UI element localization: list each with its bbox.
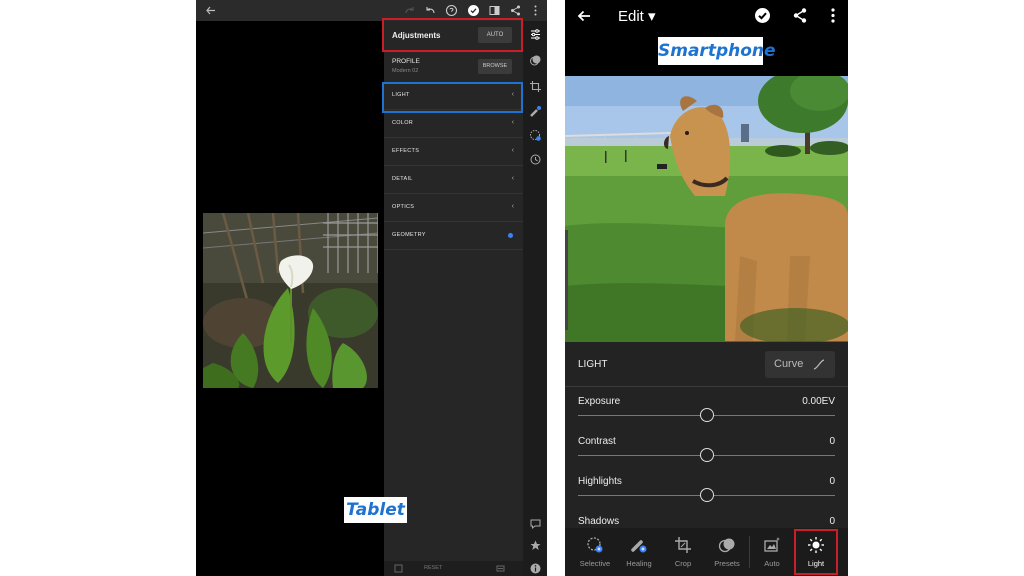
tool-healing[interactable]: Healing [617, 528, 661, 576]
slider-label: Exposure [578, 396, 621, 407]
chevron-left-icon: ‹ [511, 175, 514, 182]
section-label: DETAIL [392, 176, 413, 182]
dog-photo[interactable] [565, 76, 848, 342]
slider-value: 0.00EV [802, 396, 835, 407]
light-panel: LIGHT Curve Exposure 0.00EV Contrast 0 Highl… [565, 342, 848, 528]
tool-selective[interactable]: Selective [573, 528, 617, 576]
section-detail[interactable]: DETAIL ‹ [384, 166, 523, 194]
tool-label: Presets [714, 559, 740, 568]
contrast-slider[interactable]: Contrast 0 [565, 436, 848, 476]
tablet-screen: Adjustments AUTO PROFILE Modern 02 BROWS… [196, 0, 547, 576]
presets-icon [718, 536, 736, 554]
adjustments-highlight [382, 18, 523, 52]
tablet-bottom-right-icon[interactable] [496, 564, 505, 573]
tool-crop[interactable]: Crop [661, 528, 705, 576]
tablet-bottom-left-icon[interactable] [394, 564, 403, 573]
redo-icon[interactable] [403, 4, 416, 17]
browse-button[interactable]: BROWSE [478, 59, 512, 74]
tablet-label: Tablet [344, 497, 407, 523]
slider-value: 0 [829, 476, 835, 487]
more-icon[interactable] [529, 4, 542, 17]
slider-knob[interactable] [699, 448, 714, 462]
back-arrow-icon[interactable] [576, 8, 592, 24]
highlights-slider[interactable]: Highlights 0 [565, 476, 848, 516]
tool-presets[interactable]: Presets [705, 528, 749, 576]
auto-icon [763, 536, 781, 554]
curve-icon [813, 359, 825, 370]
tool-label: Auto [764, 559, 780, 568]
share-icon[interactable] [509, 4, 522, 17]
adjustments-icon[interactable] [529, 28, 542, 41]
slider-value: 0 [829, 436, 835, 447]
light-tool-highlight [794, 529, 838, 575]
reset-button[interactable]: RESET [424, 565, 442, 571]
tool-label: Healing [626, 559, 652, 568]
tablet-bottom-bar: RESET [384, 561, 523, 576]
section-optics[interactable]: OPTICS ‹ [384, 194, 523, 222]
section-label: GEOMETRY [392, 232, 426, 238]
slider-value: 0 [829, 516, 835, 527]
edit-mode-dropdown[interactable]: Edit ▾ [618, 7, 656, 25]
slider-label: Shadows [578, 516, 620, 527]
phone-edge-handle [565, 230, 568, 330]
selective-icon[interactable] [529, 129, 542, 142]
section-label: OPTICS [392, 204, 415, 210]
toolbar-divider [749, 536, 750, 568]
tool-rail [523, 21, 547, 576]
phone-toolbar: Selective Healing Crop Presets Auto Light [565, 528, 848, 576]
slider-knob[interactable] [699, 408, 714, 422]
comment-icon[interactable] [529, 517, 542, 530]
tool-auto[interactable]: Auto [750, 528, 794, 576]
crop-icon [674, 536, 692, 554]
share-icon[interactable] [792, 7, 808, 24]
back-arrow-icon[interactable] [204, 4, 217, 17]
smartphone-label: Smartphone [658, 37, 776, 65]
done-check-icon[interactable] [467, 4, 480, 17]
healing-icon[interactable] [529, 105, 542, 118]
chevron-left-icon: ‹ [511, 147, 514, 154]
calla-lily-photo[interactable] [203, 213, 378, 388]
tool-label: Crop [674, 559, 692, 568]
chevron-left-icon: ‹ [511, 119, 514, 126]
profile-label: PROFILE [392, 58, 420, 65]
section-geometry[interactable]: GEOMETRY [384, 222, 523, 250]
done-check-icon[interactable] [754, 7, 771, 24]
help-icon[interactable] [445, 4, 458, 17]
light-panel-title: LIGHT [578, 359, 608, 370]
star-icon[interactable] [529, 539, 542, 552]
crop-icon[interactable] [529, 80, 542, 93]
selective-icon [586, 536, 604, 554]
healing-icon [630, 536, 648, 554]
section-label: COLOR [392, 120, 414, 126]
section-color[interactable]: COLOR ‹ [384, 110, 523, 138]
section-effects[interactable]: EFFECTS ‹ [384, 138, 523, 166]
phone-header: Edit ▾ Smartphone [565, 0, 848, 76]
history-icon[interactable] [529, 153, 542, 166]
info-icon[interactable] [529, 562, 542, 575]
presets-icon[interactable] [529, 54, 542, 67]
smartphone-screen: Edit ▾ Smartphone LIGHT Curve Exposure 0… [565, 0, 848, 576]
compare-icon[interactable] [488, 4, 501, 17]
curve-button[interactable]: Curve [765, 351, 835, 378]
slider-label: Contrast [578, 436, 616, 447]
slider-knob[interactable] [699, 488, 714, 502]
tool-label: Selective [579, 559, 611, 568]
slider-label: Highlights [578, 476, 622, 487]
curve-label: Curve [774, 358, 804, 370]
active-dot-icon [508, 233, 513, 238]
undo-icon[interactable] [424, 4, 437, 17]
light-section-highlight [382, 82, 523, 113]
light-panel-header: LIGHT Curve [565, 342, 848, 387]
profile-value[interactable]: Modern 02 [392, 68, 418, 74]
exposure-slider[interactable]: Exposure 0.00EV [565, 396, 848, 436]
section-label: EFFECTS [392, 148, 420, 154]
more-icon[interactable] [828, 7, 838, 24]
chevron-left-icon: ‹ [511, 203, 514, 210]
